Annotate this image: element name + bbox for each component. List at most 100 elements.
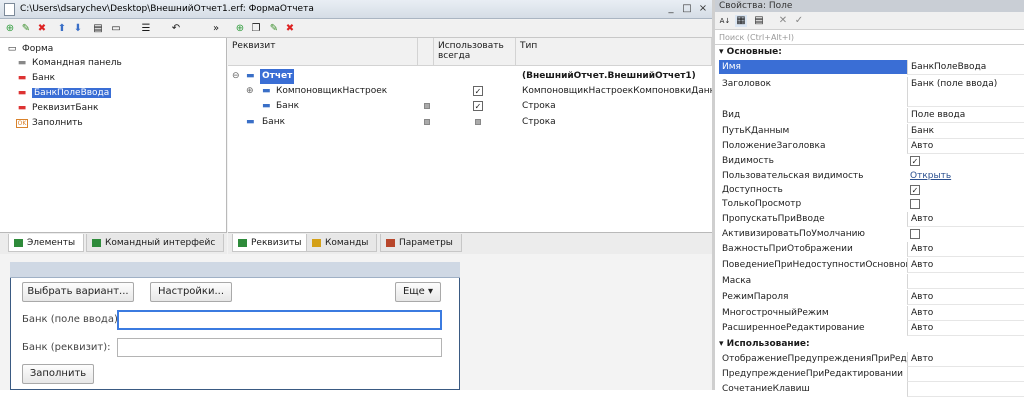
property-read-only[interactable]: ТолькоПросмотр	[715, 197, 1024, 212]
property-kind[interactable]: Вид Поле ввода	[715, 108, 1024, 123]
column-header-type[interactable]: Тип	[516, 38, 712, 66]
minimize-button[interactable]: _	[664, 2, 678, 16]
more-icon[interactable]: »	[210, 23, 222, 35]
property-checkbox[interactable]: ✓	[910, 185, 920, 195]
move-up-icon[interactable]: ⬆	[56, 23, 68, 35]
sort-icon[interactable]: A↓	[719, 15, 731, 27]
property-value[interactable]: Поле ввода	[907, 108, 1024, 123]
tab-attributes[interactable]: Реквизиты	[232, 234, 311, 252]
property-default-control[interactable]: АктивизироватьПоУмолчанию	[715, 227, 1024, 242]
property-checkbox[interactable]: ✓	[910, 156, 920, 166]
add-icon[interactable]: ⊕	[4, 23, 16, 35]
column-header-use-always[interactable]: Использовать всегда	[434, 38, 516, 66]
property-value[interactable]: Авто	[907, 290, 1024, 305]
property-skip-on-input[interactable]: ПропускатьПриВводе Авто	[715, 212, 1024, 227]
property-value[interactable]: Авто	[907, 321, 1024, 336]
clear-icon[interactable]: ✕	[777, 15, 789, 27]
apply-icon[interactable]: ✓	[793, 15, 805, 27]
tab-commands[interactable]: Команды	[306, 234, 378, 252]
property-value[interactable]: Авто	[907, 352, 1024, 367]
property-enabled[interactable]: Доступность ✓	[715, 183, 1024, 198]
categories-icon[interactable]: ▦	[735, 15, 747, 27]
property-value[interactable]: Банк (поле ввода)	[907, 77, 1024, 107]
open-link[interactable]: Открыть	[907, 169, 1024, 184]
tree-item-command-panel[interactable]: ▬ Командная панель	[16, 56, 122, 70]
property-checkbox[interactable]	[910, 199, 920, 209]
property-title-location[interactable]: ПоложениеЗаголовка Авто	[715, 139, 1024, 154]
property-data-path[interactable]: ПутьКДанным Банк	[715, 124, 1024, 139]
property-title[interactable]: Заголовок Банк (поле ввода)	[715, 77, 1024, 107]
attributes-toolbar: ⊕ ❐ ✎ ✖	[228, 20, 712, 38]
property-multiline-mode[interactable]: МногострочныйРежим Авто	[715, 306, 1024, 321]
command-interface-icon	[92, 239, 101, 247]
tab-elements[interactable]: Элементы	[8, 234, 85, 252]
fill-button[interactable]: Заполнить	[22, 364, 94, 384]
object-icon: ▬	[246, 71, 255, 81]
property-edit-warning-display[interactable]: ОтображениеПредупрежденияПриРедактировАв…	[715, 352, 1024, 367]
select-variant-button[interactable]: Выбрать вариант...	[22, 282, 134, 302]
property-user-visibility[interactable]: Пользовательская видимость Открыть	[715, 169, 1024, 184]
tree-item-bank[interactable]: ▬ Банк	[16, 71, 55, 85]
bank-attribute-field[interactable]	[117, 338, 442, 357]
property-edit-warning[interactable]: ПредупреждениеПриРедактировании	[715, 367, 1024, 382]
close-button[interactable]: ×	[696, 2, 710, 16]
property-display-importance[interactable]: ВажностьПриОтображении Авто	[715, 242, 1024, 257]
property-value[interactable]	[907, 274, 1024, 289]
form-icon[interactable]: ▤	[92, 23, 104, 35]
delete-attribute-icon[interactable]: ✖	[284, 23, 296, 35]
delete-icon[interactable]: ✖	[36, 23, 48, 35]
edit-icon[interactable]: ✎	[20, 23, 32, 35]
grid-row-report[interactable]: ⊖ ▬ Отчет (ВнешнийОтчет.ВнешнийОтчет1)	[228, 69, 712, 84]
property-value[interactable]	[907, 367, 1024, 382]
marker-icon	[424, 103, 430, 109]
move-down-icon[interactable]: ⬇	[72, 23, 84, 35]
use-always-checkbox[interactable]: ✓	[473, 101, 483, 111]
properties-search-input[interactable]: Поиск (Ctrl+Alt+I)	[715, 30, 1024, 45]
property-value[interactable]: Авто	[907, 212, 1024, 227]
property-unavailability-behavior[interactable]: ПоведениеПриНедоступностиОсновногоСервАв…	[715, 258, 1024, 273]
property-value[interactable]: Авто	[907, 139, 1024, 154]
property-value[interactable]: БанкПолеВвода	[907, 60, 1024, 75]
bank-input-label: Банк (поле ввода):	[22, 314, 122, 325]
bank-input-field[interactable]	[117, 310, 442, 330]
tree-item-bank-input[interactable]: ▬ БанкПолеВвода	[16, 86, 112, 100]
property-value[interactable]: Авто	[907, 306, 1024, 321]
more-button[interactable]: Еще ▾	[395, 282, 441, 302]
tree-item-bank-attribute[interactable]: ▬ РеквизитБанк	[16, 101, 99, 115]
property-checkbox[interactable]	[910, 229, 920, 239]
description-icon[interactable]: ▤	[753, 15, 765, 27]
property-name[interactable]: Имя БанкПолеВвода	[715, 60, 1024, 75]
grid-row-bank[interactable]: ▬ Банк Строка	[228, 115, 712, 130]
tree-item-form[interactable]: ▭ Форма	[6, 42, 54, 56]
property-value[interactable]: Банк	[907, 124, 1024, 139]
property-value[interactable]: Авто	[907, 258, 1024, 273]
tree-item-fill[interactable]: OK Заполнить	[16, 116, 83, 130]
property-mask[interactable]: Маска	[715, 274, 1024, 289]
collapse-icon[interactable]: ⊖	[232, 69, 240, 84]
add-attribute-icon[interactable]: ⊕	[234, 23, 246, 35]
edit-attribute-icon[interactable]: ✎	[268, 23, 280, 35]
column-header-attribute[interactable]: Реквизит	[228, 38, 418, 66]
grid-row-settings-composer[interactable]: ⊕ ▬ КомпоновщикНастроек ✓ КомпоновщикНас…	[228, 84, 728, 99]
maximize-button[interactable]: □	[680, 2, 694, 16]
section-main[interactable]: ▾ Основные:	[715, 47, 1024, 58]
attributes-grid: Реквизит Использовать всегда Тип ⊖ ▬ Отч…	[228, 38, 728, 232]
copy-icon[interactable]: ❐	[250, 23, 262, 35]
grid-row-bank-nested[interactable]: ▬ Банк ✓ Строка	[228, 99, 712, 114]
marker-icon	[424, 119, 430, 125]
tab-command-interface[interactable]: Командный интерфейс	[86, 234, 225, 252]
property-extended-edit[interactable]: РасширенноеРедактирование Авто	[715, 321, 1024, 336]
property-visible[interactable]: Видимость ✓	[715, 154, 1024, 169]
use-always-checkbox[interactable]: ✓	[473, 86, 483, 96]
settings-button[interactable]: Настройки...	[150, 282, 232, 302]
attribute-icon: ▬	[262, 101, 271, 111]
property-password-mode[interactable]: РежимПароля Авто	[715, 290, 1024, 305]
preview-icon[interactable]: ▭	[110, 23, 122, 35]
property-value[interactable]: Авто	[907, 242, 1024, 257]
tab-parameters[interactable]: Параметры	[380, 234, 462, 252]
expand-icon[interactable]: ⊕	[246, 84, 254, 99]
undo-icon[interactable]: ↶	[170, 23, 182, 35]
right-tabs: Реквизиты Команды Параметры	[228, 232, 712, 254]
list-icon[interactable]: ☰	[140, 23, 152, 35]
section-usage[interactable]: ▾ Использование:	[715, 339, 1024, 350]
